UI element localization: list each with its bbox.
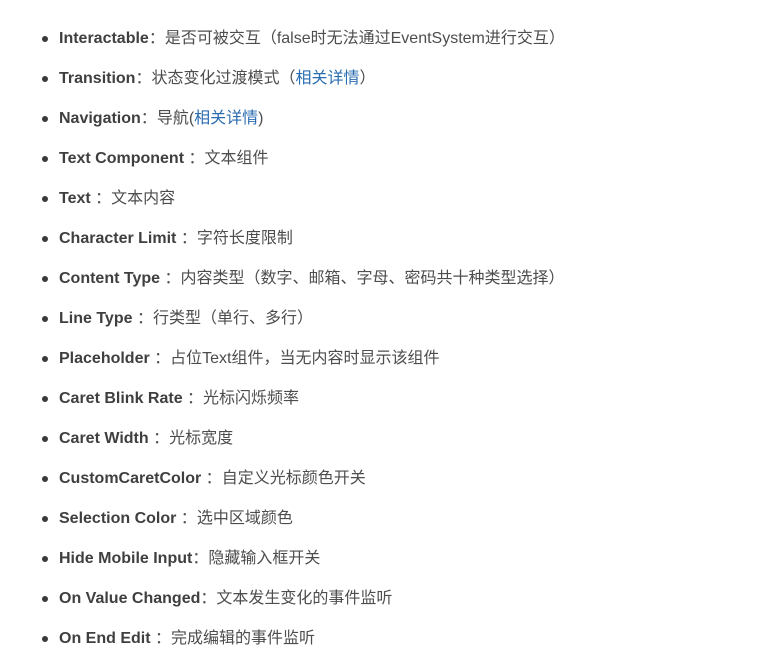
property-name: Caret Blink Rate	[59, 390, 183, 407]
property-name: CustomCaretColor	[59, 470, 202, 487]
list-item: Navigation：导航(相关详情)	[42, 107, 565, 147]
separator: ：	[200, 590, 217, 607]
separator: ：	[150, 630, 171, 647]
property-description: 隐藏输入框开关	[208, 550, 321, 567]
details-link[interactable]: 相关详情	[194, 110, 258, 127]
list-item: Text ：文本内容	[42, 187, 565, 227]
separator: ：	[148, 430, 170, 447]
property-description: 完成编辑的事件监听	[171, 630, 316, 647]
property-name: Interactable	[59, 30, 149, 47]
list-item: Caret Blink Rate ：光标闪烁频率	[42, 387, 565, 427]
property-name: Transition	[59, 70, 136, 87]
bullet-icon	[42, 596, 48, 602]
property-description-suffix: )	[258, 110, 264, 127]
list-item: Transition：状态变化过渡模式（相关详情）	[42, 67, 565, 107]
bullet-icon	[42, 636, 48, 642]
details-link[interactable]: 相关详情	[295, 70, 359, 87]
bullet-icon	[42, 116, 48, 122]
separator: ：	[149, 350, 171, 367]
property-description: 是否可被交互（false时无法通过EventSystem进行交互）	[164, 30, 565, 47]
property-description: 自定义光标颜色开关	[221, 470, 366, 487]
list-item: CustomCaretColor ：自定义光标颜色开关	[42, 467, 565, 507]
bullet-icon	[42, 276, 48, 282]
property-list: Interactable：是否可被交互（false时无法通过EventSyste…	[42, 27, 565, 667]
property-description: 占位Text组件，当无内容时显示该组件	[170, 350, 440, 367]
property-description: 字符长度限制	[196, 230, 293, 247]
bullet-icon	[42, 556, 48, 562]
separator: ：	[182, 390, 204, 407]
list-item: Interactable：是否可被交互（false时无法通过EventSyste…	[42, 27, 565, 67]
property-description: 文本组件	[204, 150, 269, 167]
property-description: 状态变化过渡模式（	[151, 70, 296, 87]
property-description: 选中区域颜色	[196, 510, 293, 527]
separator: ：	[132, 310, 153, 327]
property-description: 行类型（单行、多行）	[152, 310, 313, 327]
bullet-icon	[42, 476, 48, 482]
property-name: Text Component	[59, 150, 185, 167]
property-name: Text	[59, 190, 91, 207]
property-name: Caret Width	[59, 430, 149, 447]
list-item: Content Type ：内容类型（数字、邮箱、字母、密码共十种类型选择）	[42, 267, 565, 307]
property-name: Content Type	[59, 270, 161, 287]
bullet-icon	[42, 76, 48, 82]
list-item: Caret Width ：光标宽度	[42, 427, 565, 467]
property-description: 内容类型（数字、邮箱、字母、密码共十种类型选择）	[180, 270, 565, 287]
separator: ：	[140, 110, 157, 127]
bullet-icon	[42, 396, 48, 402]
property-name: Hide Mobile Input	[59, 550, 193, 567]
list-item: Text Component ：文本组件	[42, 147, 565, 187]
property-name: On Value Changed	[59, 590, 201, 607]
bullet-icon	[42, 36, 48, 42]
property-name: On End Edit	[59, 630, 151, 647]
bullet-icon	[42, 316, 48, 322]
property-description-suffix: ）	[359, 70, 376, 87]
separator: ：	[192, 550, 209, 567]
list-item: Hide Mobile Input：隐藏输入框开关	[42, 547, 565, 587]
property-name: Character Limit	[59, 230, 177, 247]
property-name: Line Type	[59, 310, 133, 327]
list-item: On Value Changed：文本发生变化的事件监听	[42, 587, 565, 627]
list-item: Selection Color ：选中区域颜色	[42, 507, 565, 547]
separator: ：	[135, 70, 152, 87]
list-item: Line Type ：行类型（单行、多行）	[42, 307, 565, 347]
separator: ：	[176, 230, 197, 247]
bullet-icon	[42, 436, 48, 442]
property-description: 光标宽度	[169, 430, 234, 447]
property-name: Selection Color	[59, 510, 177, 527]
separator: ：	[201, 470, 222, 487]
property-name: Placeholder	[59, 350, 150, 367]
separator: ：	[160, 270, 181, 287]
property-description: 文本发生变化的事件监听	[216, 590, 393, 607]
property-name: Navigation	[59, 110, 141, 127]
separator: ：	[148, 30, 165, 47]
property-description: 光标闪烁频率	[203, 390, 300, 407]
bullet-icon	[42, 236, 48, 242]
separator: ：	[184, 150, 205, 167]
property-description: 文本内容	[111, 190, 176, 207]
bullet-icon	[42, 196, 48, 202]
list-item: On End Edit ：完成编辑的事件监听	[42, 627, 565, 667]
bullet-icon	[42, 356, 48, 362]
separator: ：	[90, 190, 112, 207]
list-item: Placeholder ：占位Text组件，当无内容时显示该组件	[42, 347, 565, 387]
bullet-icon	[42, 516, 48, 522]
property-description: 导航(	[156, 110, 195, 127]
separator: ：	[176, 510, 197, 527]
list-item: Character Limit ：字符长度限制	[42, 227, 565, 267]
bullet-icon	[42, 156, 48, 162]
